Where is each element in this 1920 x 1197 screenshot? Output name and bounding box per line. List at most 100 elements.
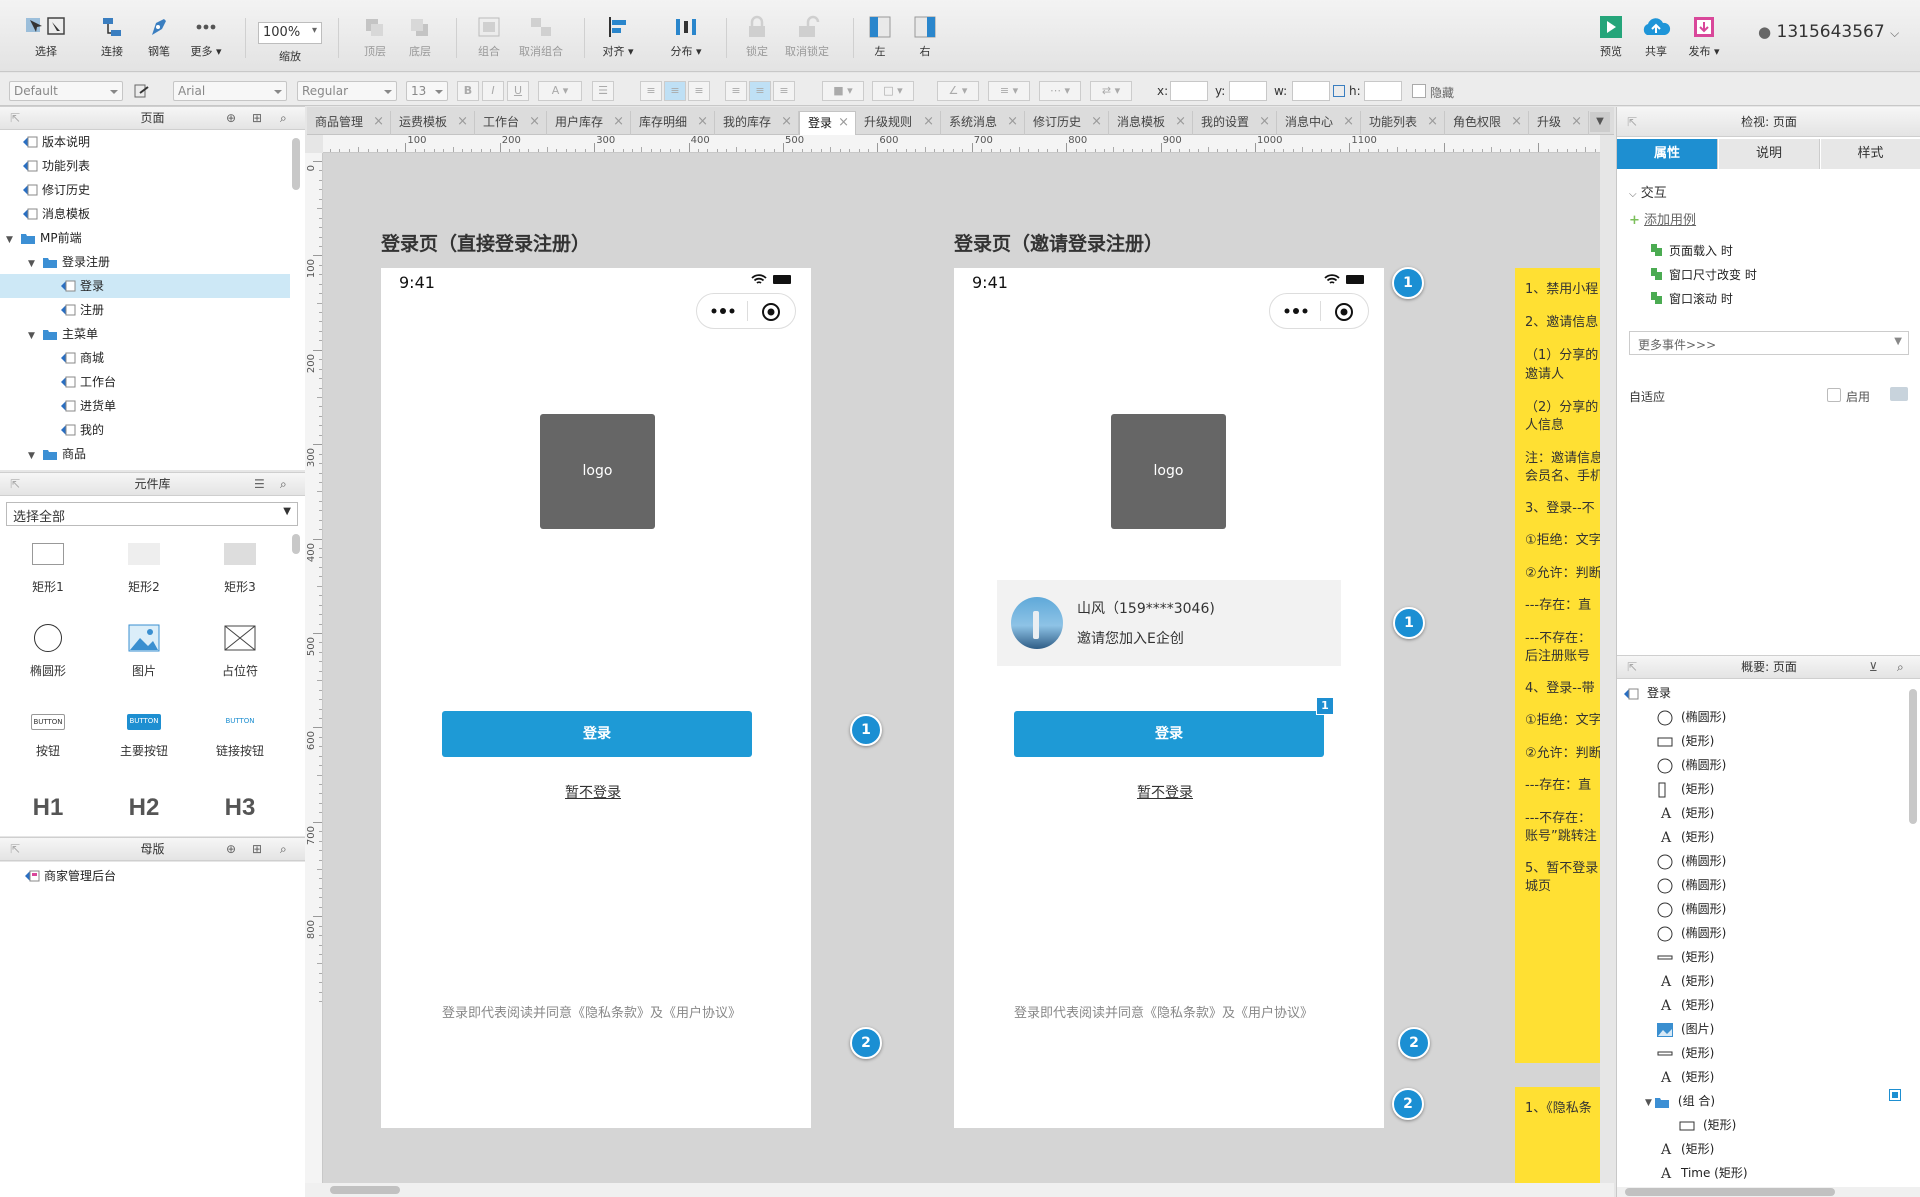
outline-item[interactable]: (椭圆形) [1657,753,1726,777]
share-button[interactable]: 共享 [1630,14,1682,64]
menu-icon[interactable]: ☰ [254,473,265,495]
tab-notes[interactable]: 说明 [1719,139,1820,169]
library-filter-select[interactable]: 选择全部 ▼ [6,502,298,526]
outline-item[interactable]: (矩形) [1657,729,1714,753]
search-icon[interactable]: ⌕ [280,107,287,129]
annotation-marker[interactable]: 1 [850,714,882,746]
adaptive-settings-icon[interactable] [1890,387,1908,401]
lock-button[interactable]: 锁定 [731,14,783,64]
outline-hscrollbar[interactable] [1617,1187,1920,1197]
outline-item[interactable]: (椭圆形) [1657,849,1726,873]
style-select[interactable]: Default [9,81,123,101]
sticky-note-2[interactable]: 1、《隐私条 [1515,1087,1600,1187]
close-icon[interactable]: × [613,111,624,133]
skip-login-link[interactable]: 暂不登录 [565,782,621,802]
tab-12[interactable]: 我的设置 × [1193,111,1277,135]
widget-link-button[interactable]: BUTTON 链接按钮 [200,708,280,759]
widget-heading-2[interactable]: H2 [104,791,184,825]
library-scrollbar[interactable] [292,534,300,554]
arrow-style-button[interactable]: ⇄ ▾ [1090,81,1132,101]
widget-rectangle-2[interactable]: 矩形2 [104,538,184,595]
outline-item[interactable]: (椭圆形) [1657,897,1726,921]
close-icon[interactable]: × [1175,111,1186,133]
annotation-marker[interactable]: 2 [1392,1088,1424,1120]
tab-style[interactable]: 样式 [1821,139,1920,169]
page-item[interactable]: 功能列表 [0,154,290,178]
page-item[interactable]: 修订历史 [0,178,290,202]
tab-9[interactable]: 系统消息 × [941,111,1025,135]
align-menu[interactable]: 对齐 ▾ [592,14,644,64]
annotation-marker[interactable]: 2 [1398,1027,1430,1059]
tab-14[interactable]: 功能列表 × [1361,111,1445,135]
event-item[interactable]: 页面载入 时 [1649,242,1733,259]
search-icon[interactable]: ⌕ [1897,656,1904,678]
italic-button[interactable]: I [482,81,504,101]
outline-item[interactable]: (椭圆形) [1657,921,1726,945]
valign-top-button[interactable]: ≡ [725,81,747,101]
outline-item[interactable]: A (矩形) [1657,825,1714,849]
group-button[interactable]: 组合 [463,14,515,64]
outline-item[interactable]: (矩形) [1679,1113,1736,1137]
outline-scrollbar[interactable] [1909,689,1917,824]
select-tool[interactable]: 选择 [20,14,72,64]
tab-2[interactable]: 运费模板 × [391,111,475,135]
collapse-icon[interactable]: ⇱ [10,107,20,129]
widget-image[interactable]: 图片 [104,622,184,679]
line-width-button[interactable]: ≡ ▾ [988,81,1030,101]
expand-arrow-icon[interactable]: ▼ [28,324,42,348]
widget-rectangle-3[interactable]: 矩形3 [200,538,280,595]
expand-arrow-icon[interactable]: ▼ [6,228,20,252]
hidden-checkbox[interactable] [1412,84,1426,98]
event-item[interactable]: 窗口滚动 时 [1649,290,1733,307]
close-icon[interactable]: × [529,111,540,133]
tab-6[interactable]: 我的库存 × [715,111,799,135]
search-icon[interactable]: ⌕ [280,473,287,495]
more-tool[interactable]: 更多 ▾ [180,14,232,64]
interaction-badge[interactable]: 1 [1316,697,1334,715]
page-item[interactable]: 注册 [0,298,290,322]
add-page-icon[interactable]: ⊕ [226,107,236,129]
mini-program-capsule[interactable] [1269,293,1369,329]
valign-bottom-button[interactable]: ≡ [773,81,795,101]
collapse-icon[interactable]: ⇱ [1627,656,1637,678]
terms-text[interactable]: 登录即代表阅读并同意《隐私条款》及《用户协议》 [1014,1002,1313,1021]
selection-toggle-icon[interactable] [1889,1089,1901,1101]
outline-item[interactable]: A Time (矩形) [1657,1161,1748,1185]
horizontal-scrollbar-track[interactable] [305,1183,1614,1197]
interaction-section[interactable]: ⌵ 交互 [1629,182,1667,201]
close-icon[interactable]: × [1427,111,1438,133]
annotation-marker[interactable]: 1 [1393,607,1425,639]
close-icon[interactable]: × [1259,111,1270,133]
page-folder[interactable]: ▼ 商品 [0,442,290,466]
tab-1[interactable]: 商品管理 × [307,111,391,135]
close-icon[interactable]: × [838,112,849,134]
outline-item[interactable]: (矩形) [1657,1041,1714,1065]
expand-arrow-icon[interactable]: ▼ [28,252,42,276]
tab-8[interactable]: 升级规则 × [856,111,941,135]
tab-13[interactable]: 消息中心 × [1277,111,1361,135]
outline-item[interactable]: (椭圆形) [1657,705,1726,729]
format-painter-icon[interactable] [133,83,151,99]
font-weight-select[interactable]: Regular [297,81,397,101]
tab-3[interactable]: 工作台 × [475,111,547,135]
master-item[interactable]: 商家管理后台 [24,864,116,888]
collapse-icon[interactable]: ⇱ [10,838,20,860]
close-icon[interactable]: × [1571,111,1582,133]
connect-tool[interactable]: 连接 [86,14,138,64]
widget-heading-1[interactable]: H1 [8,791,88,825]
page-item[interactable]: 工作台 [0,370,290,394]
mini-program-capsule[interactable] [696,293,796,329]
font-color-button[interactable]: A ▾ [538,81,582,101]
y-input[interactable] [1229,81,1267,101]
line-color-button[interactable]: ∠ ▾ [937,81,979,101]
add-master-icon[interactable]: ⊕ [226,838,236,860]
filter-icon[interactable]: ⊻ [1869,656,1878,678]
event-item[interactable]: 窗口尺寸改变 时 [1649,266,1757,283]
align-center-button[interactable]: ≡ [664,81,686,101]
add-case-link[interactable]: + 添加用例 [1629,209,1696,228]
align-right-button[interactable]: ≡ [688,81,710,101]
page-folder[interactable]: ▼ MP前端 [0,226,290,250]
close-icon[interactable]: × [697,111,708,133]
annotation-marker[interactable]: 1 [1392,267,1424,299]
tab-properties[interactable]: 属性 [1617,139,1718,169]
